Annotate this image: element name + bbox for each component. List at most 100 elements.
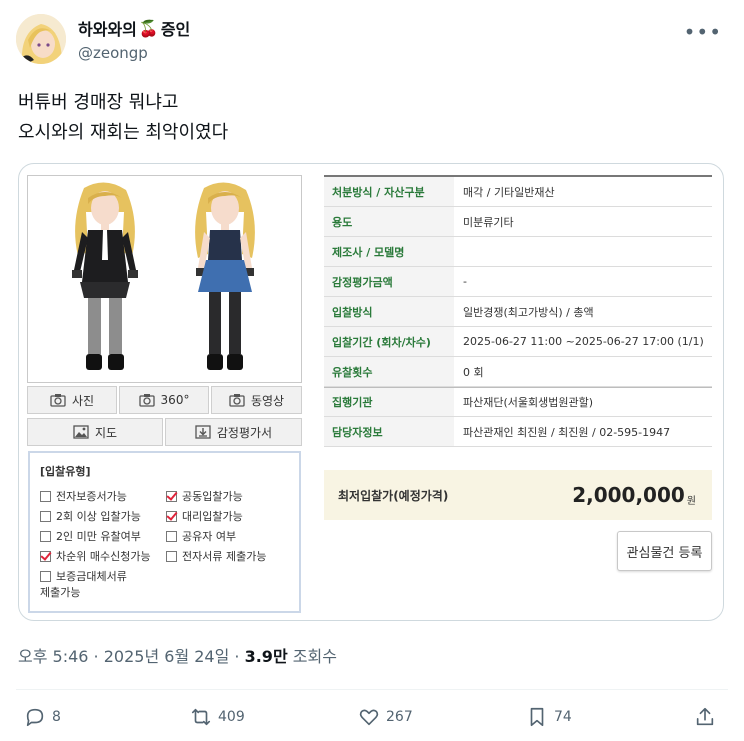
info-row: 처분방식 / 자산구분 매각 / 기타일반재산 bbox=[324, 177, 712, 207]
views-label: 조회수 bbox=[287, 647, 337, 666]
divider bbox=[16, 689, 728, 690]
bid-option[interactable]: 공동입찰가능 bbox=[166, 489, 296, 505]
appraisal-button[interactable]: 감정평가서 bbox=[165, 418, 302, 446]
views-count: 3.9만 bbox=[244, 647, 288, 666]
info-row: 집행기관 파산재단(서울회생법원관할) bbox=[324, 387, 712, 417]
info-label: 제조사 / 모델명 bbox=[324, 237, 454, 266]
like-count: 267 bbox=[386, 709, 413, 725]
retweet-icon bbox=[191, 708, 211, 726]
bid-option-label: 전자보증서가능 bbox=[56, 490, 127, 503]
min-bid-box: 최저입찰가(예정가격) 2,000,000 원 bbox=[324, 470, 712, 520]
photo-button-label: 사진 bbox=[71, 393, 95, 408]
bid-option[interactable]: 2인 미만 유찰여부 bbox=[40, 529, 166, 545]
vtuber-figure-blue bbox=[195, 182, 255, 370]
info-row: 입찰기간 (회차/차수) 2025-06-27 11:00 ~2025-06-27… bbox=[324, 327, 712, 357]
attached-image[interactable]: 사진 360° 동영상 지도 감정평가서 [입찰유형] 전자보증서가능 공동입찰… bbox=[18, 163, 724, 621]
checkbox[interactable] bbox=[40, 571, 51, 582]
camera-icon bbox=[138, 394, 155, 407]
share-button[interactable] bbox=[694, 706, 716, 728]
cherry-emoji: 🍒 bbox=[138, 18, 159, 38]
reply-count: 8 bbox=[52, 709, 61, 725]
map-button[interactable]: 지도 bbox=[27, 418, 163, 446]
display-name-suffix: 증인 bbox=[160, 20, 191, 39]
more-icon[interactable]: ••• bbox=[684, 20, 722, 44]
auction-info-table: 처분방식 / 자산구분 매각 / 기타일반재산 용도 미분류기타 제조사 / 모델명… bbox=[324, 175, 712, 447]
info-value: 일반경쟁(최고가방식) / 총액 bbox=[463, 305, 594, 319]
tweet-time[interactable]: 오후 5:46 bbox=[18, 647, 88, 666]
min-bid-label: 최저입찰가(예정가격) bbox=[338, 488, 449, 503]
bid-option-label: 차순위 매수신청가능 bbox=[56, 550, 151, 563]
min-bid-value: 2,000,000 bbox=[572, 483, 685, 507]
bid-type-title: [입찰유형] bbox=[40, 465, 91, 478]
info-label: 입찰방식 bbox=[324, 297, 454, 326]
info-row: 담당자정보 파산관재인 최진원 / 최진원 / 02-595-1947 bbox=[324, 417, 712, 447]
info-label: 용도 bbox=[324, 207, 454, 236]
tweet-text: 버튜버 경매장 뭐냐고 오시와의 재회는 최악이였다 bbox=[18, 88, 228, 148]
bid-option[interactable]: 공유자 여부 bbox=[166, 529, 296, 545]
tweet-line-1: 버튜버 경매장 뭐냐고 bbox=[18, 92, 179, 113]
view360-button-label: 360° bbox=[160, 393, 190, 407]
video-button-label: 동영상 bbox=[250, 393, 285, 408]
info-label: 감정평가금액 bbox=[324, 267, 454, 296]
bid-option-label: 2회 이상 입찰가능 bbox=[56, 510, 141, 523]
checkbox[interactable] bbox=[40, 491, 51, 502]
bid-option[interactable]: 차순위 매수신청가능 bbox=[40, 549, 166, 565]
bookmark-count: 74 bbox=[554, 709, 572, 725]
bookmark-button[interactable]: 74 bbox=[526, 706, 572, 728]
bid-option[interactable]: 2회 이상 입찰가능 bbox=[40, 509, 166, 525]
retweet-count: 409 bbox=[218, 709, 245, 725]
avatar[interactable] bbox=[16, 14, 66, 64]
info-row: 용도 미분류기타 bbox=[324, 207, 712, 237]
checkbox[interactable] bbox=[40, 511, 51, 522]
bid-option-label: 전자서류 제출가능 bbox=[182, 550, 267, 563]
handle[interactable]: @zeongp bbox=[78, 44, 148, 62]
bid-option-label: 보증금대체서류 bbox=[56, 570, 127, 583]
info-value bbox=[454, 237, 712, 266]
bid-option[interactable]: 전자보증서가능 bbox=[40, 489, 166, 505]
video-button[interactable]: 동영상 bbox=[211, 386, 302, 414]
tweet-date[interactable]: 2025년 6월 24일 bbox=[104, 647, 230, 666]
checkbox[interactable] bbox=[166, 531, 177, 542]
view360-button[interactable]: 360° bbox=[119, 386, 209, 414]
bid-option[interactable]: 전자서류 제출가능 bbox=[166, 549, 296, 565]
bid-option-label: 대리입찰가능 bbox=[182, 510, 243, 523]
item-image bbox=[27, 175, 302, 383]
info-label: 입찰기간 (회차/차수) bbox=[324, 327, 454, 356]
favorite-register-button[interactable]: 관심물건 등록 bbox=[617, 531, 712, 571]
info-row: 제조사 / 모델명 bbox=[324, 237, 712, 267]
bid-option[interactable]: 대리입찰가능 bbox=[166, 509, 296, 525]
appraisal-button-label: 감정평가서 bbox=[216, 425, 273, 440]
info-value: 0 회 bbox=[463, 365, 484, 379]
tweet-meta: 오후 5:46 · 2025년 6월 24일 · 3.9만 조회수 bbox=[18, 643, 337, 667]
display-name[interactable]: 하와와의 🍒 증인 bbox=[78, 16, 190, 40]
reply-button[interactable]: 8 bbox=[24, 706, 61, 728]
info-value: 2025-06-27 11:00 ~2025-06-27 17:00 (1/1) bbox=[463, 335, 704, 348]
info-row: 유찰횟수 0 회 bbox=[324, 357, 712, 387]
bid-option[interactable]: 보증금대체서류 제출가능 bbox=[40, 569, 296, 601]
checkbox[interactable] bbox=[166, 491, 177, 502]
photo-button[interactable]: 사진 bbox=[27, 386, 117, 414]
min-bid-unit: 원 bbox=[686, 495, 696, 507]
info-value: 파산관재인 최진원 / 최진원 / 02-595-1947 bbox=[463, 425, 671, 439]
info-value: - bbox=[463, 275, 467, 288]
info-value: 파산재단(서울회생법원관할) bbox=[463, 396, 594, 409]
info-label: 유찰횟수 bbox=[324, 357, 454, 386]
share-icon bbox=[696, 707, 714, 726]
image-icon bbox=[73, 425, 89, 439]
info-value: 미분류기타 bbox=[463, 215, 514, 229]
checkbox[interactable] bbox=[166, 551, 177, 562]
like-button[interactable]: 267 bbox=[358, 706, 413, 728]
retweet-button[interactable]: 409 bbox=[190, 706, 245, 728]
info-label: 처분방식 / 자산구분 bbox=[324, 177, 454, 206]
tweet-line-2: 오시와의 재회는 최악이였다 bbox=[18, 122, 229, 143]
heart-icon bbox=[359, 709, 379, 726]
checkbox[interactable] bbox=[40, 531, 51, 542]
bid-type-panel: [입찰유형] 전자보증서가능 공동입찰가능 2회 이상 입찰가능 대리입찰가능 … bbox=[28, 451, 301, 613]
checkbox[interactable] bbox=[166, 511, 177, 522]
bid-option-label: 공동입찰가능 bbox=[182, 490, 243, 503]
info-label: 집행기관 bbox=[324, 388, 454, 416]
bid-option-label: 2인 미만 유찰여부 bbox=[56, 530, 141, 543]
checkbox[interactable] bbox=[40, 551, 51, 562]
download-icon bbox=[195, 425, 211, 439]
bid-option-label: 공유자 여부 bbox=[182, 530, 237, 543]
